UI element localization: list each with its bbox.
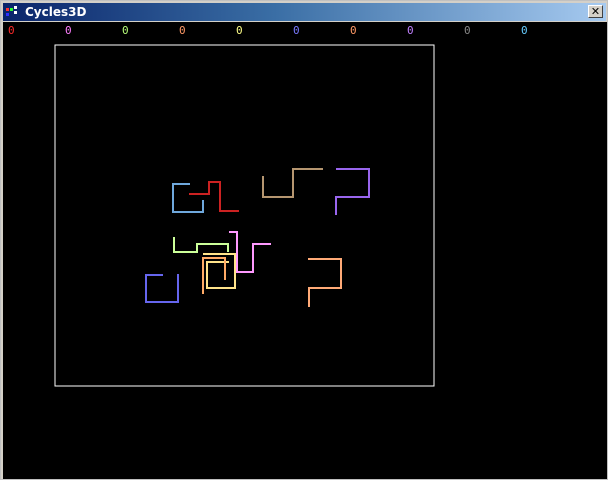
light-cycle-trail: [172, 183, 204, 213]
window-title: Cycles3D: [25, 5, 87, 19]
app-window: Cycles3D ✕ 0 0 0 0 0 0 0 0 0 0: [0, 0, 608, 480]
arena: [54, 44, 435, 387]
light-cycle-trail: [145, 274, 179, 303]
arena-boundary: [54, 44, 435, 387]
light-cycle-trail: [308, 258, 342, 307]
app-icon: [6, 6, 17, 16]
title-bar[interactable]: Cycles3D ✕: [3, 3, 606, 21]
light-cycle-trail: [335, 168, 370, 215]
light-cycle-trail: [262, 168, 323, 198]
light-cycle-trail: [203, 253, 236, 289]
light-cycle-trail: [189, 181, 239, 212]
close-button[interactable]: ✕: [588, 5, 603, 18]
game-viewport[interactable]: 0 0 0 0 0 0 0 0 0 0: [3, 22, 607, 479]
close-icon: ✕: [590, 5, 601, 18]
light-cycle-trail: [173, 237, 229, 253]
